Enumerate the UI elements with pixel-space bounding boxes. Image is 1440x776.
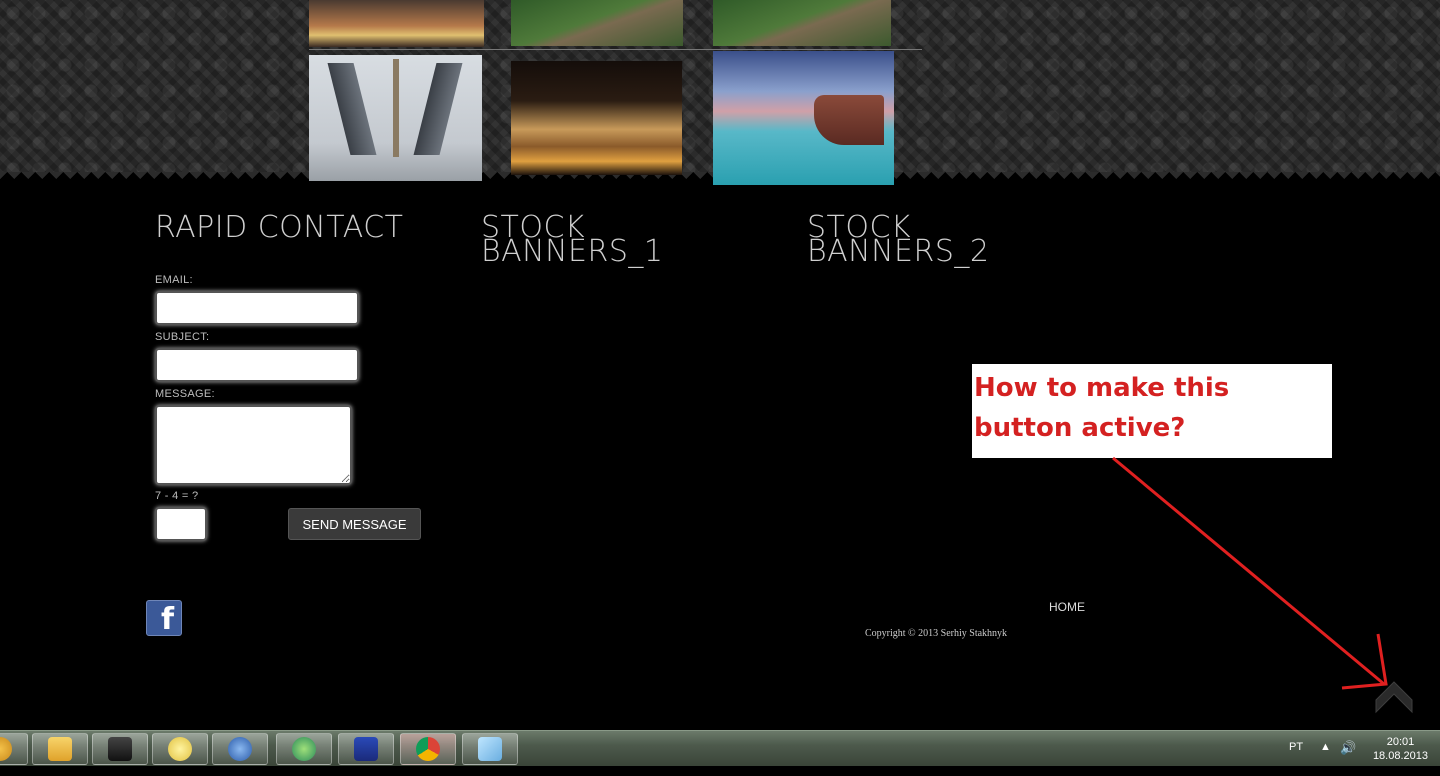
message-field[interactable] bbox=[155, 405, 352, 485]
gallery-thumb-path-2[interactable] bbox=[713, 0, 891, 46]
taskbar-app-sync[interactable] bbox=[276, 733, 332, 765]
copyright-text: Copyright © 2013 Serhiy Stakhnyk bbox=[865, 628, 1008, 639]
stock-banners-1-title: STOCK BANNERS_1 bbox=[481, 213, 721, 267]
system-clock[interactable]: 20:01 18.08.2013 bbox=[1373, 735, 1428, 763]
obelisk-shape bbox=[393, 59, 399, 157]
send-message-button[interactable]: SEND MESSAGE bbox=[288, 508, 421, 540]
gallery-thumb-seaside-cliff[interactable] bbox=[713, 51, 894, 185]
gallery-thumb-path-1[interactable] bbox=[511, 0, 683, 46]
footer-home-link[interactable]: HOME bbox=[1049, 600, 1085, 614]
stock-banners-1-line2: BANNERS_1 bbox=[481, 234, 664, 269]
tower-shape bbox=[413, 63, 463, 155]
start-orb-icon bbox=[0, 737, 12, 761]
start-button[interactable] bbox=[0, 733, 28, 765]
thunderbird-icon bbox=[228, 737, 252, 761]
taskbar-app-thunderbird[interactable] bbox=[212, 733, 268, 765]
annotation-line-2: button active? bbox=[974, 413, 1186, 443]
chevron-up-icon bbox=[1375, 681, 1413, 714]
subject-label: SUBJECT: bbox=[155, 331, 210, 343]
taskbar-app-notes[interactable] bbox=[462, 733, 518, 765]
bulb-icon bbox=[168, 737, 192, 761]
gallery-thumb-city-top[interactable] bbox=[309, 0, 484, 47]
email-field[interactable] bbox=[155, 291, 359, 325]
taskbar-app-camera[interactable] bbox=[92, 733, 148, 765]
sync-icon bbox=[292, 737, 316, 761]
clock-time: 20:01 bbox=[1386, 736, 1415, 748]
taskbar: PT ▲ 🔊 20:01 18.08.2013 bbox=[0, 730, 1440, 766]
email-label: EMAIL: bbox=[155, 274, 193, 286]
taskbar-app-chrome[interactable] bbox=[400, 733, 456, 765]
stock-banners-2-title: STOCK BANNERS_2 bbox=[807, 213, 1047, 267]
stock-banners-2-line2: BANNERS_2 bbox=[807, 234, 990, 269]
scroll-to-top-button[interactable] bbox=[1374, 680, 1414, 716]
taskbar-app-bulb[interactable] bbox=[152, 733, 208, 765]
chrome-icon bbox=[416, 737, 440, 761]
folder-icon bbox=[48, 737, 72, 761]
facebook-icon[interactable]: f bbox=[146, 600, 182, 637]
annotation-callout: How to make this button active? bbox=[972, 364, 1332, 458]
captcha-label: 7 - 4 = ? bbox=[155, 490, 199, 502]
language-indicator[interactable]: PT bbox=[1289, 741, 1303, 776]
annotation-line-1: How to make this bbox=[974, 373, 1230, 403]
taskbar-app-floppy[interactable] bbox=[338, 733, 394, 765]
camera-icon bbox=[108, 737, 132, 761]
cliff-shape bbox=[814, 95, 884, 145]
floppy-icon bbox=[354, 737, 378, 761]
volume-icon[interactable]: 🔊 bbox=[1340, 740, 1356, 775]
captcha-field[interactable] bbox=[155, 507, 207, 541]
message-label: MESSAGE: bbox=[155, 388, 215, 400]
taskbar-app-folder[interactable] bbox=[32, 733, 88, 765]
clock-date: 18.08.2013 bbox=[1372, 750, 1428, 762]
gallery-divider bbox=[309, 49, 922, 50]
tower-shape bbox=[327, 63, 377, 155]
subject-field[interactable] bbox=[155, 348, 359, 382]
gallery-thumb-towers[interactable] bbox=[309, 55, 482, 181]
gallery-thumb-night-building[interactable] bbox=[511, 61, 682, 175]
tray-expand-icon[interactable]: ▲ bbox=[1320, 741, 1331, 776]
notes-icon bbox=[478, 737, 502, 761]
rapid-contact-title: RAPID CONTACT bbox=[155, 210, 404, 245]
